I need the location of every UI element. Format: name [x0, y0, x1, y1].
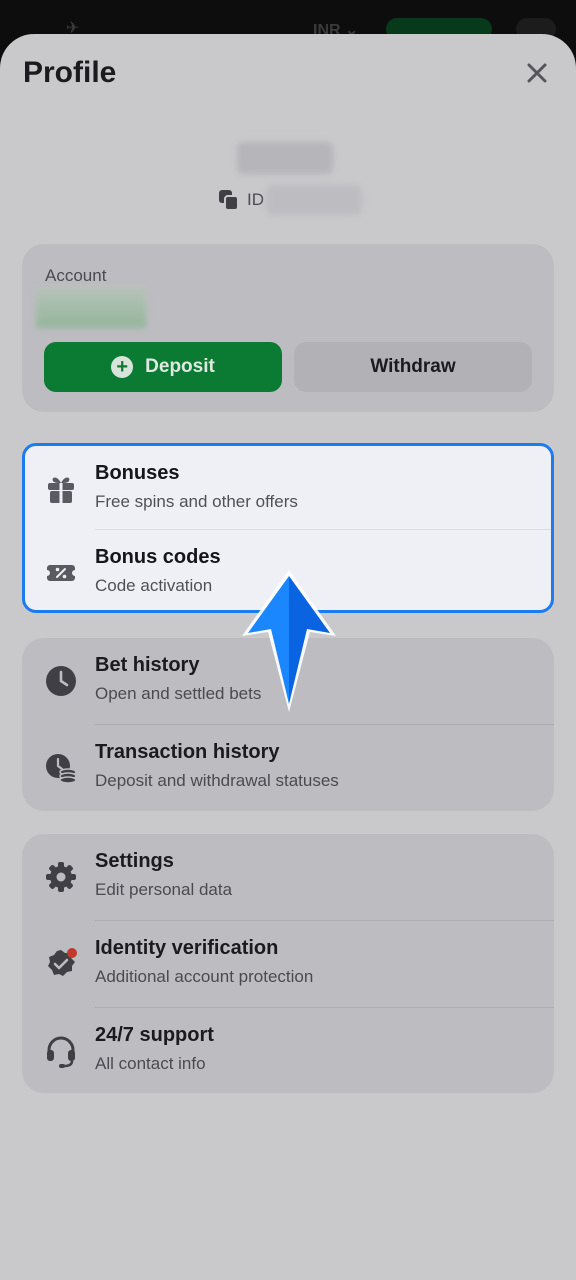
menu-item-support[interactable]: 24/7 support All contact info	[22, 1008, 554, 1094]
user-id-row: ID	[217, 185, 362, 215]
menu-item-subtitle: Deposit and withdrawal statuses	[95, 771, 339, 790]
menu-item-identity-verification[interactable]: Identity verification Additional account…	[22, 921, 554, 1007]
pointer-arrow-icon	[242, 570, 336, 712]
menu-item-bonuses[interactable]: Bonuses Free spins and other offers	[22, 446, 554, 532]
deposit-button[interactable]: + Deposit	[44, 342, 282, 392]
balance-blurred	[36, 288, 146, 328]
user-id-blurred	[266, 185, 362, 215]
gift-icon	[48, 477, 74, 503]
menu-item-subtitle: Free spins and other offers	[95, 492, 298, 511]
menu-item-subtitle: Code activation	[95, 576, 213, 595]
withdraw-label: Withdraw	[370, 356, 456, 377]
plus-icon: +	[111, 356, 134, 378]
menu-item-transaction-history[interactable]: Transaction history Deposit and withdraw…	[22, 725, 554, 811]
account-card: Account + Deposit Withdraw	[22, 244, 554, 412]
menu-item-subtitle: All contact info	[95, 1054, 206, 1073]
coupon-icon	[47, 565, 75, 581]
menu-item-title: Bet history	[95, 654, 200, 676]
username-blurred	[237, 142, 333, 174]
close-icon[interactable]	[522, 58, 552, 88]
settings-card: Settings Edit personal data Identity ver…	[22, 834, 554, 1093]
menu-item-title: Identity verification	[95, 937, 279, 959]
withdraw-button[interactable]: Withdraw	[294, 342, 532, 392]
id-label: ID	[247, 190, 264, 209]
menu-item-subtitle: Additional account protection	[95, 967, 314, 986]
copy-icon[interactable]	[217, 188, 241, 212]
transaction-history-icon	[46, 754, 77, 784]
menu-item-title: Bonuses	[95, 462, 180, 484]
menu-item-subtitle: Open and settled bets	[95, 684, 262, 703]
menu-item-title: Bonus codes	[95, 546, 221, 568]
gear-icon	[46, 862, 76, 892]
verified-badge-icon	[48, 948, 77, 976]
account-label: Account	[45, 266, 107, 285]
menu-item-title: 24/7 support	[95, 1024, 214, 1046]
menu-item-title: Transaction history	[95, 741, 280, 763]
deposit-label: Deposit	[145, 356, 215, 377]
menu-item-title: Settings	[95, 850, 174, 872]
clock-icon	[46, 666, 76, 696]
menu-item-settings[interactable]: Settings Edit personal data	[22, 834, 554, 920]
page-title: Profile	[23, 56, 117, 89]
menu-item-subtitle: Edit personal data	[95, 880, 233, 899]
headset-icon	[47, 1036, 75, 1068]
